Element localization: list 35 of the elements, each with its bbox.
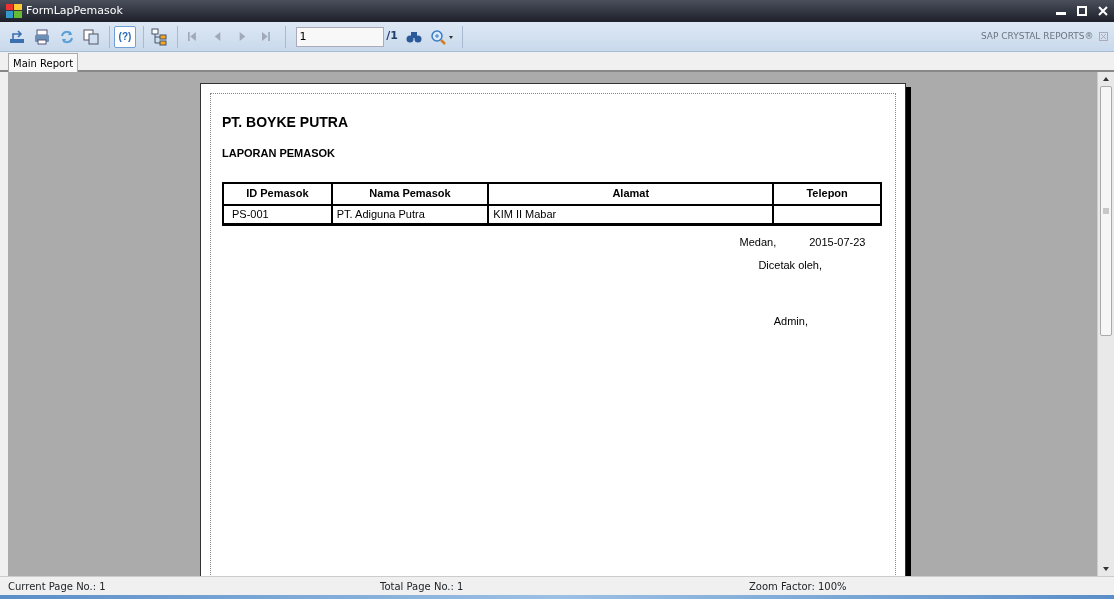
previous-page-icon	[212, 32, 222, 41]
city-label: Medan,	[739, 235, 777, 250]
column-header: Alamat	[488, 182, 774, 205]
last-page-icon	[262, 32, 272, 41]
brand-label: SAP CRYSTAL REPORTS®	[980, 29, 1094, 43]
table-cell: PS-001	[223, 204, 332, 225]
tab[interactable]: Main Report	[8, 53, 79, 72]
scrollbar[interactable]	[1097, 72, 1114, 576]
page-number-field[interactable]: 1	[295, 26, 384, 47]
status-text: Current Page No.: 1	[8, 579, 107, 594]
window-title: FormLapPemasok	[26, 2, 123, 19]
first-page-icon	[188, 32, 197, 41]
signer-name: Admin,	[773, 314, 808, 329]
status-text: Total Page No.: 1	[380, 579, 465, 594]
next-page-icon	[237, 32, 247, 41]
company-name: PT. BOYKE PUTRA	[222, 113, 349, 132]
column-header: Telepon	[773, 182, 881, 205]
group-tree-icon	[149, 27, 168, 46]
status-text: Zoom Factor: 100%	[749, 579, 848, 594]
print-icon	[32, 27, 51, 46]
printed-by-label: Dicetak oleh,	[758, 257, 822, 273]
export-icon	[8, 27, 26, 46]
report-date: 2015-07-23	[809, 235, 866, 250]
scroll-thumb[interactable]	[1100, 86, 1112, 336]
restore-icon[interactable]	[1077, 6, 1087, 16]
copy-icon	[82, 27, 101, 46]
page-total: /1	[386, 28, 398, 45]
report-title: LAPORAN PEMASOK	[222, 146, 337, 161]
column-header: Nama Pemasok	[331, 182, 489, 205]
column-header: ID Pemasok	[223, 182, 332, 205]
table-cell: PT. Adiguna Putra	[331, 204, 489, 225]
help-button[interactable]: (?)	[114, 25, 136, 48]
app-icon	[6, 4, 22, 18]
binoculars-icon	[406, 29, 423, 44]
table-cell: KIM II Mabar	[488, 204, 774, 225]
